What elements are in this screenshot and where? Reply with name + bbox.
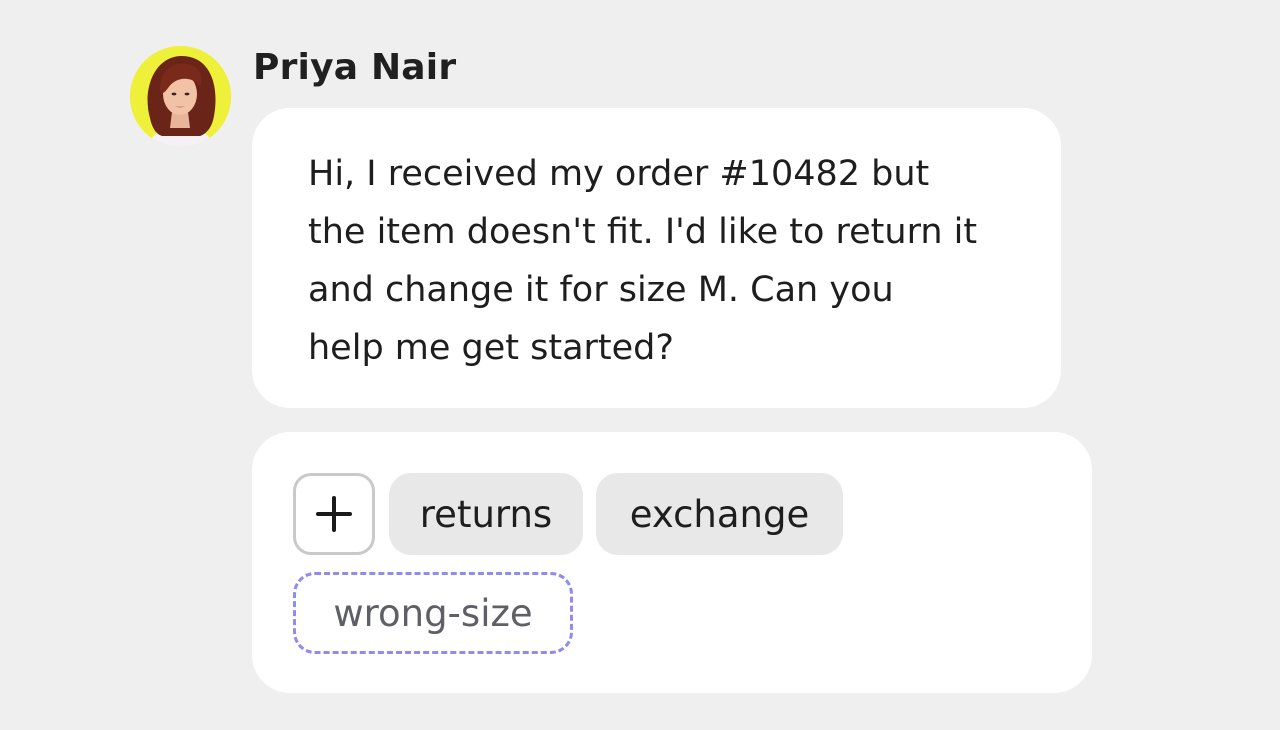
sender-name: Priya Nair (253, 47, 457, 88)
plus-icon (316, 496, 352, 532)
avatar (130, 46, 231, 147)
message-bubble: Hi, I received my order #10482 but the i… (252, 108, 1061, 408)
avatar-photo-icon (130, 46, 231, 147)
message-text: Hi, I received my order #10482 but the i… (308, 154, 978, 368)
add-tag-button[interactable] (293, 473, 375, 555)
suggested-tag-chip[interactable]: wrong-size (293, 572, 573, 654)
tags-panel: returns exchange wrong-size (252, 432, 1092, 693)
tag-chip-exchange[interactable]: exchange (596, 473, 843, 555)
tag-chip-returns[interactable]: returns (389, 473, 583, 555)
